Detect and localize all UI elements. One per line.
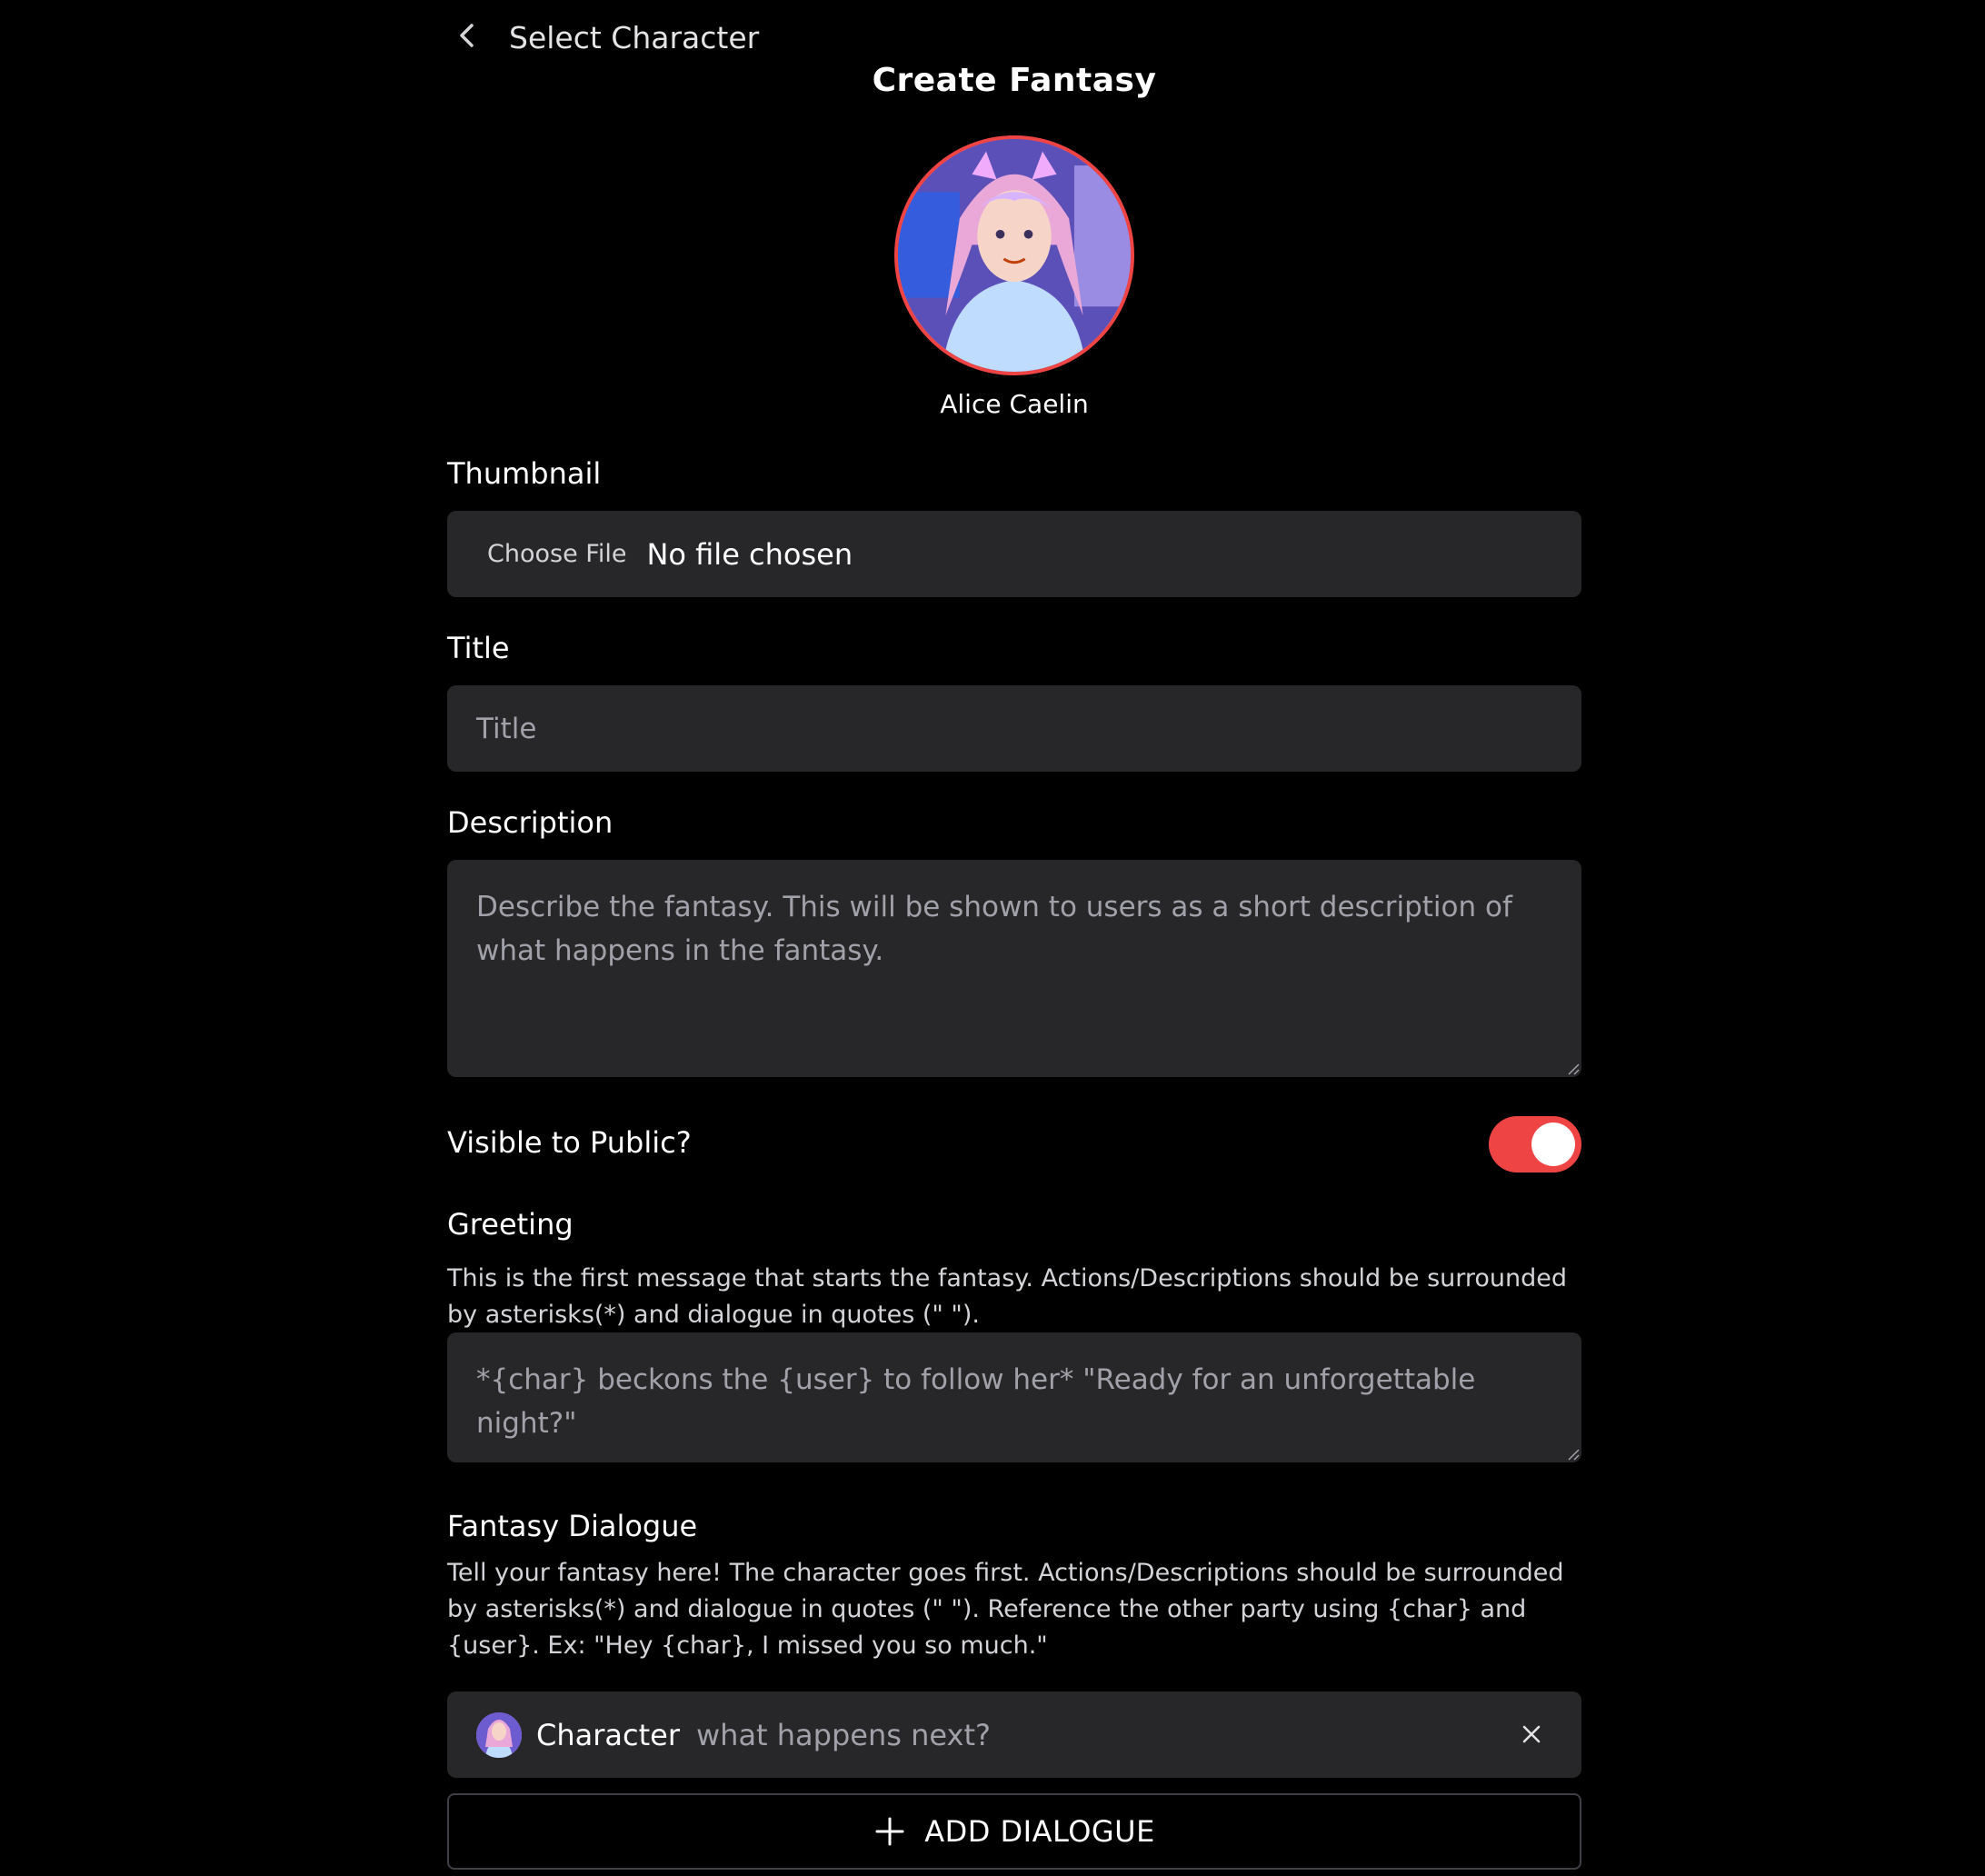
resize-handle-icon[interactable]	[1565, 1446, 1580, 1461]
toggle-knob	[1531, 1123, 1575, 1166]
title-input[interactable]: Title	[447, 685, 1581, 772]
dialogue-label: Fantasy Dialogue	[447, 1509, 698, 1543]
greeting-help: This is the first message that starts th…	[447, 1264, 1568, 1329]
description-textarea[interactable]: Describe the fantasy. This will be shown…	[447, 860, 1581, 1077]
create-fantasy-page: Select Character Create Fantasy Alice Ca…	[447, 0, 1581, 1876]
visibility-label: Visible to Public?	[447, 1125, 692, 1160]
description-label: Description	[447, 805, 613, 840]
page-title: Create Fantasy	[872, 62, 1157, 99]
dialogue-help: Tell your fantasy here! The character go…	[447, 1559, 1564, 1660]
greeting-placeholder: *{char} beckons the {user} to follow her…	[476, 1363, 1476, 1440]
title-label: Title	[447, 631, 510, 665]
title-placeholder: Title	[476, 712, 537, 745]
add-dialogue-label: ADD DIALOGUE	[924, 1814, 1155, 1849]
back-to-select-character[interactable]: Select Character	[447, 16, 759, 58]
description-placeholder: Describe the fantasy. This will be shown…	[476, 891, 1512, 967]
resize-handle-icon[interactable]	[1565, 1061, 1580, 1075]
thumbnail-label: Thumbnail	[447, 456, 602, 491]
close-icon[interactable]	[1518, 1721, 1545, 1748]
greeting-textarea[interactable]: *{char} beckons the {user} to follow her…	[447, 1332, 1581, 1462]
chevron-left-icon	[447, 15, 489, 60]
dialogue-role-selector[interactable]: Character	[536, 1718, 680, 1752]
file-status: No file chosen	[646, 536, 853, 572]
add-dialogue-button[interactable]: ADD DIALOGUE	[447, 1793, 1581, 1870]
thumbnail-file-input[interactable]: Choose File No file chosen	[447, 511, 1581, 597]
character-name: Alice Caelin	[940, 389, 1089, 419]
dialogue-input[interactable]: what happens next?	[696, 1718, 1581, 1752]
visibility-toggle[interactable]	[1489, 1116, 1581, 1172]
visibility-row: Visible to Public?	[447, 1116, 1581, 1172]
plus-icon	[875, 1817, 904, 1846]
back-label: Select Character	[509, 19, 760, 55]
dialogue-entry: Character what happens next?	[447, 1691, 1581, 1778]
character-avatar	[894, 135, 1134, 375]
choose-file-button[interactable]: Choose File	[487, 540, 626, 568]
avatar	[476, 1711, 522, 1758]
greeting-label: Greeting	[447, 1207, 574, 1242]
